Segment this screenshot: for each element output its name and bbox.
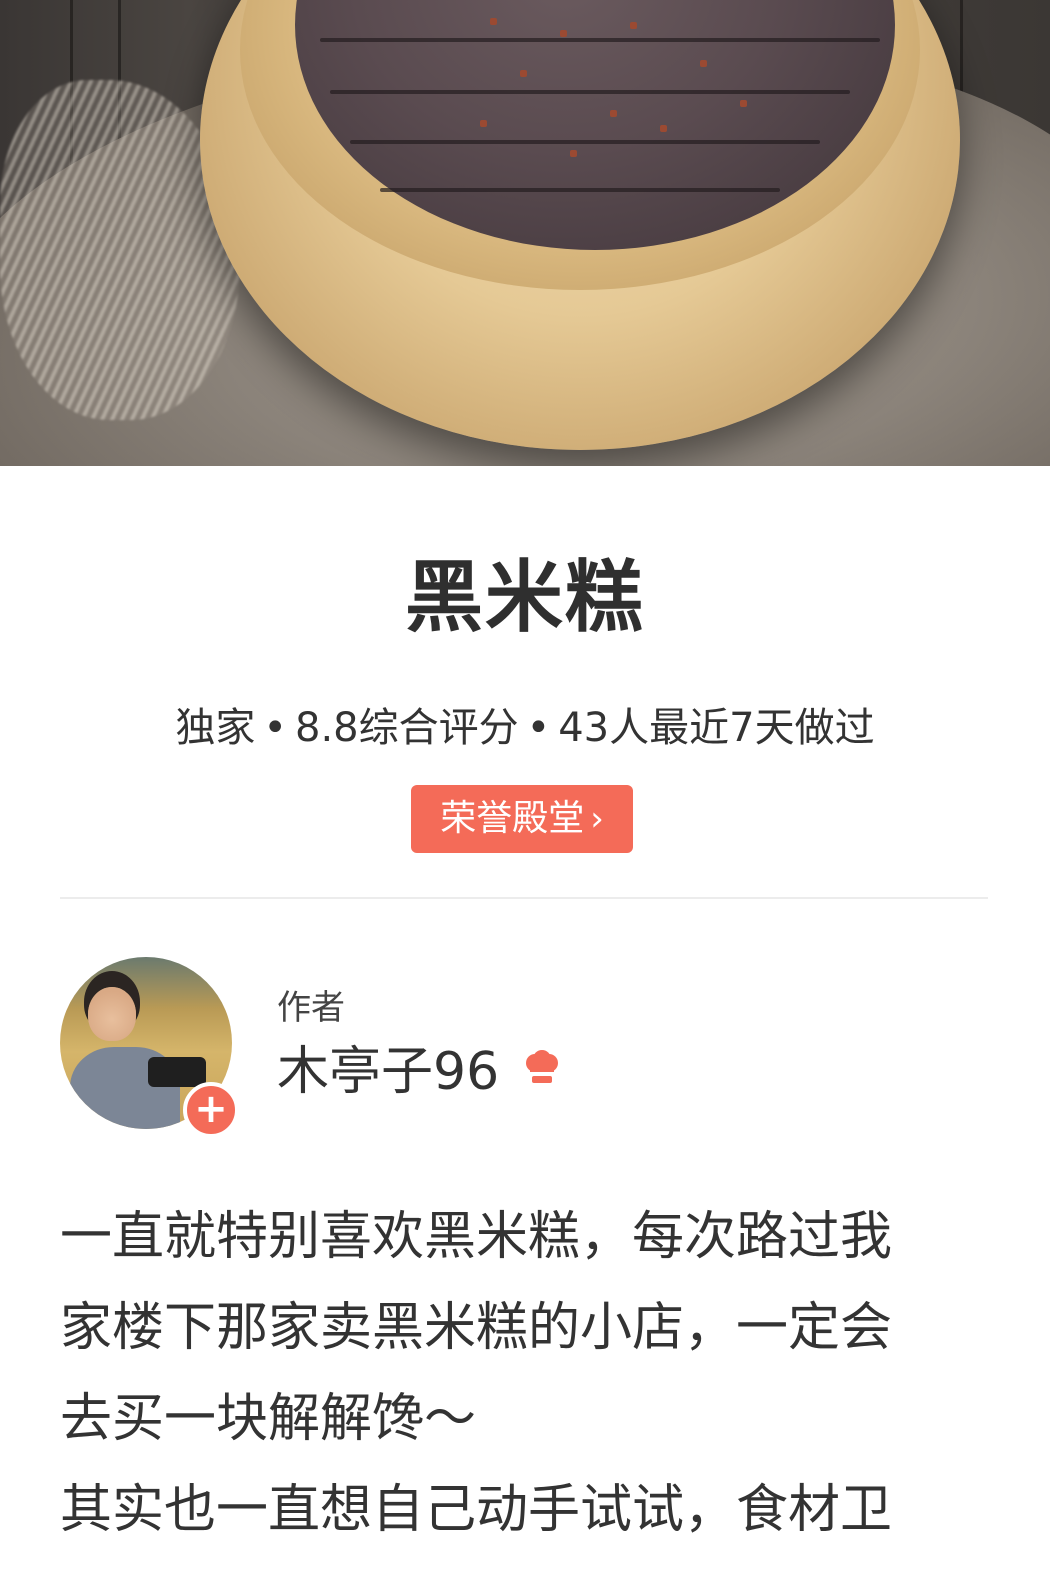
separator-dot: • [263,705,287,751]
description-line: 家楼下那家卖黑米糕的小店，一定会 [60,1298,893,1358]
separator-dot: • [526,705,551,751]
recent-cooks-text: 43人最近7天做过 [558,705,875,751]
description-line: 其实也一直想自己动手试试，食材卫 [60,1480,893,1540]
recipe-description: 一直就特别喜欢黑米糕，每次路过我 家楼下那家卖黑米糕的小店，一定会 去买一块解解… [60,1192,990,1556]
description-line: 一直就特别喜欢黑米糕，每次路过我 [60,1207,893,1267]
divider [60,897,988,899]
plus-icon[interactable]: + [183,1082,239,1138]
author-name[interactable]: 木亭子96 [277,1040,499,1104]
chevron-right-icon: › [590,799,604,839]
author-label: 作者 [277,988,345,1028]
recipe-title: 黑米糕 [404,553,645,643]
rating-text: 8.8综合评分 [295,705,519,751]
exclusive-tag: 独家 [175,705,256,751]
description-line: 去买一块解解馋～ [60,1389,477,1449]
recipe-cover-image [0,0,1050,466]
recipe-meta: 独家 • 8.8综合评分 • 43人最近7天做过 [0,700,1050,756]
honor-hall-button[interactable]: 荣誉殿堂 › [411,785,633,853]
honor-hall-label: 荣誉殿堂 [440,798,585,839]
chef-hat-icon [526,1050,558,1083]
